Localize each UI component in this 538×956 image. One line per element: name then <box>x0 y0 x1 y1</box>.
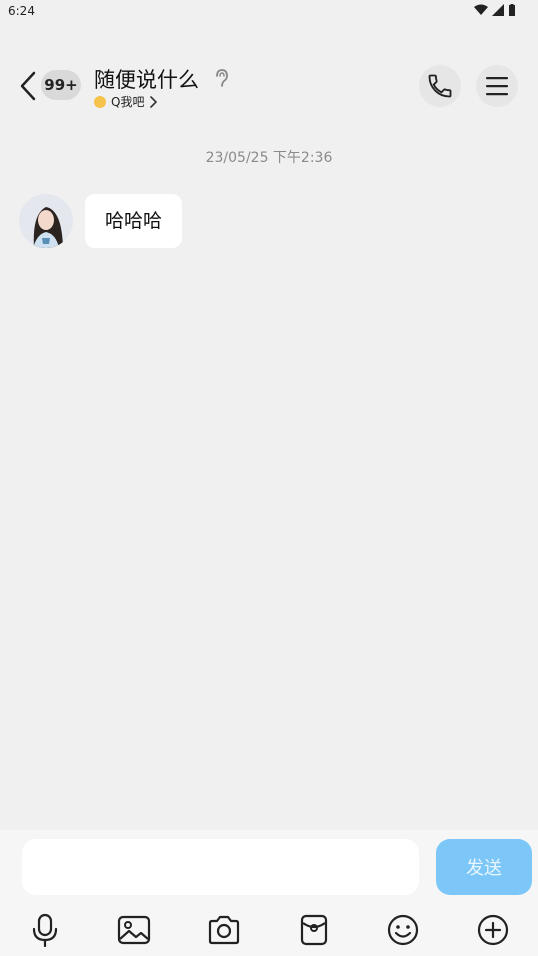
voice-button[interactable] <box>25 910 65 950</box>
more-button[interactable] <box>473 910 513 950</box>
status-icons <box>474 4 516 16</box>
avatar-image <box>19 194 73 248</box>
ear-icon <box>216 69 228 87</box>
battery-icon <box>509 4 515 16</box>
message-row: 哈哈哈 <box>19 194 183 248</box>
call-button[interactable] <box>419 65 461 107</box>
camera-button[interactable] <box>204 910 244 950</box>
image-icon <box>117 915 151 945</box>
message-bubble[interactable]: 哈哈哈 <box>85 194 183 248</box>
composer-area: 发送 <box>0 830 538 956</box>
back-button[interactable] <box>16 70 40 102</box>
composer-toolbar <box>0 910 538 950</box>
subtitle-text: Q我吧 <box>111 95 145 109</box>
phone-icon <box>428 74 452 98</box>
message-input[interactable] <box>22 839 419 895</box>
message-timestamp: 23/05/25 下午2:36 <box>205 150 333 166</box>
chat-subtitle[interactable]: Q我吧 <box>94 93 159 110</box>
microphone-icon <box>32 913 58 947</box>
avatar[interactable] <box>19 194 73 248</box>
send-button[interactable]: 发送 <box>436 839 532 895</box>
signal-icon <box>492 4 504 16</box>
emoji-icon <box>387 914 419 946</box>
menu-icon <box>486 77 508 96</box>
red-packet-icon <box>300 914 328 946</box>
camera-icon <box>208 915 240 945</box>
plus-icon <box>477 914 509 946</box>
smile-emoji-icon <box>94 95 106 108</box>
chevron-right-icon <box>150 95 158 108</box>
emoji-button[interactable] <box>383 910 423 950</box>
wifi-icon <box>474 4 488 15</box>
status-time: 6:24 <box>8 4 35 18</box>
back-arrow-icon <box>20 71 36 101</box>
unread-badge[interactable]: 99+ <box>41 70 81 100</box>
chat-title[interactable]: 随便说什么 <box>94 64 199 94</box>
status-bar: 6:24 <box>0 0 538 24</box>
menu-button[interactable] <box>476 65 518 107</box>
album-button[interactable] <box>114 910 154 950</box>
chat-header: 99+ 随便说什么 Q我吧 <box>0 52 538 122</box>
red-packet-button[interactable] <box>294 910 334 950</box>
